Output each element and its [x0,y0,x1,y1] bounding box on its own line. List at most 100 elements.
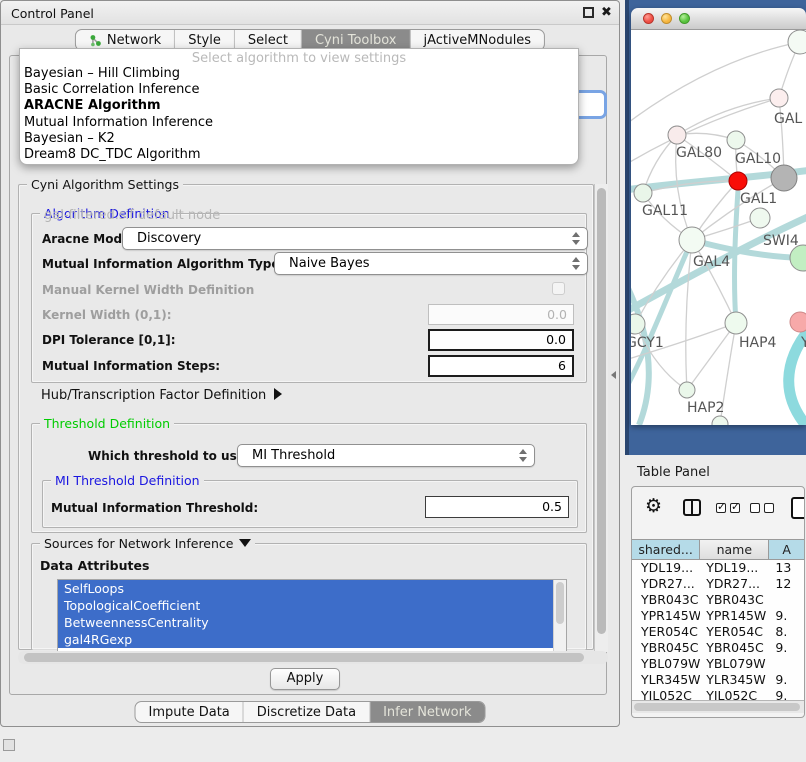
tab-style[interactable]: Style [174,30,234,50]
select-all-checkbox-icon[interactable] [716,503,726,513]
table-cell[interactable]: YPR145W [700,608,769,624]
table-cell[interactable]: YDR27... [632,576,700,592]
table-cell[interactable]: YIL052C [700,688,769,700]
network-edge[interactable] [686,240,692,390]
dropdown-item-selected[interactable]: ARACNE Algorithm [20,98,578,114]
table-cell[interactable]: YER054C [700,624,769,640]
network-canvas[interactable]: GALGAL80GAL10GAL1GAL11SWI4GAL4GCY1HAP4YH… [631,30,806,425]
node-pink[interactable] [790,312,806,332]
table-cell[interactable]: YBL079W [700,656,769,672]
settings-horizontal-scrollbar[interactable] [18,651,608,664]
list-item[interactable]: gal4RGexp [58,631,553,648]
node-hap4[interactable] [725,312,747,334]
node-red[interactable] [729,172,747,190]
table-cell[interactable]: YDR27... [700,576,769,592]
table-cell[interactable]: YBR045C [700,640,769,656]
table-row[interactable]: YBL079WYBL079W [632,656,804,672]
tab-impute-data[interactable]: Impute Data [136,702,243,722]
minimize-traffic-light-icon[interactable] [661,13,672,24]
kernel-width-field[interactable]: 0.0 [428,304,574,325]
table-row[interactable]: YIL052CYIL052C9. [632,688,804,700]
column-header-name[interactable]: name [700,540,769,559]
node-bottom[interactable] [712,416,728,425]
table-row[interactable]: YER054CYER054C8. [632,624,804,640]
tab-discretize-data[interactable]: Discretize Data [243,702,369,722]
table-cell[interactable]: YBL079W [632,656,700,672]
table-cell[interactable]: YBR043C [632,592,700,608]
network-edge[interactable] [687,323,736,390]
close-traffic-light-icon[interactable] [643,13,654,24]
table-cell[interactable]: YPR145W [632,608,700,624]
column-header-shared-name[interactable]: shared... [632,540,700,559]
node-top[interactable] [788,30,806,54]
table-cell[interactable]: 12 [769,576,804,592]
tab-jactivemnodules[interactable]: jActiveMNodules [409,30,544,50]
node-gal4[interactable] [679,227,705,253]
table-row[interactable]: YPR145WYPR145W9. [632,608,804,624]
data-attributes-list[interactable]: SelfLoops TopologicalCoefficient Between… [57,579,567,653]
panel-restore-icon[interactable] [3,739,15,751]
table-cell[interactable]: 9. [769,640,804,656]
table-cell[interactable]: YLR345W [632,672,700,688]
node-hap2[interactable] [679,382,695,398]
network-edge[interactable] [735,190,738,323]
table-cell[interactable]: 13 [769,560,804,576]
hub-definition-expander[interactable]: Hub/Transcription Factor Definition [41,388,282,403]
table-cell[interactable]: YIL052C [632,688,700,700]
list-item[interactable]: SelfLoops [58,580,553,597]
table-cell[interactable]: YER054C [632,624,700,640]
manual-kernel-width-checkbox[interactable] [552,282,565,295]
node-gray[interactable] [771,165,797,191]
splitter-collapse-icon[interactable] [611,371,616,379]
table-row[interactable]: YLR345WYLR345W9. [632,672,804,688]
tab-select[interactable]: Select [234,30,301,50]
table-cell[interactable]: 9. [769,608,804,624]
mi-threshold-field[interactable]: 0.5 [425,496,569,518]
mi-algorithm-type-combo[interactable]: Naive Bayes [274,252,588,275]
tab-network[interactable]: Network [76,30,174,50]
dropdown-item[interactable]: Basic Correlation Inference [20,82,578,98]
table-horizontal-scrollbar[interactable] [632,700,804,713]
table-cell[interactable]: YBR045C [632,640,700,656]
node-gal10[interactable] [727,131,745,149]
table-cell[interactable]: YLR345W [700,672,769,688]
export-table-icon[interactable] [791,497,805,519]
table-cell[interactable] [769,656,804,672]
node-gal80[interactable] [668,126,686,144]
table-cell[interactable]: YDL19... [632,560,700,576]
dropdown-item[interactable]: Bayesian – K2 [20,131,578,147]
apply-button[interactable]: Apply [270,668,340,690]
table-row[interactable]: YDL19...YDL19...13 [632,560,804,576]
table-cell[interactable]: YBR043C [700,592,769,608]
table-cell[interactable]: YDL19... [700,560,769,576]
which-threshold-combo[interactable]: MI Threshold [237,444,535,467]
table-row[interactable]: YBR045CYBR045C9. [632,640,804,656]
aracne-mode-combo[interactable]: Discovery [122,227,588,250]
dropdown-item[interactable]: Mutual Information Inference [20,115,578,131]
node-gal11[interactable] [634,184,652,202]
sources-group-title[interactable]: Sources for Network Inference [40,536,255,551]
columns-icon[interactable] [683,499,701,516]
deselect-all-checkbox-icon[interactable] [750,503,760,513]
table-cell[interactable]: 9. [769,672,804,688]
select-all-checkbox-icon[interactable] [730,503,740,513]
node-gal7[interactable] [770,89,788,107]
gear-icon[interactable]: ⚙ [645,495,662,517]
close-icon[interactable]: ✖ [601,5,612,20]
float-window-icon[interactable] [583,7,594,18]
list-vertical-scrollbar[interactable] [553,580,566,652]
tab-infer-network[interactable]: Infer Network [369,702,484,722]
dpi-tolerance-field[interactable]: 0.0 [428,329,574,351]
mi-steps-field[interactable]: 6 [428,355,574,377]
table-cell[interactable]: 8. [769,624,804,640]
settings-vertical-scrollbar[interactable] [594,184,608,652]
zoom-traffic-light-icon[interactable] [679,13,690,24]
dropdown-item[interactable]: Bayesian – Hill Climbing [20,66,578,82]
list-item[interactable]: TopologicalCoefficient [58,597,553,614]
table-cell[interactable] [769,592,804,608]
column-header-partial[interactable]: A [769,540,804,559]
deselect-all-checkbox-icon[interactable] [764,503,774,513]
table-row[interactable]: YDR27...YDR27...12 [632,576,804,592]
table-cell[interactable]: 9. [769,688,804,700]
network-graph[interactable]: GALGAL80GAL10GAL1GAL11SWI4GAL4GCY1HAP4YH… [631,30,806,425]
